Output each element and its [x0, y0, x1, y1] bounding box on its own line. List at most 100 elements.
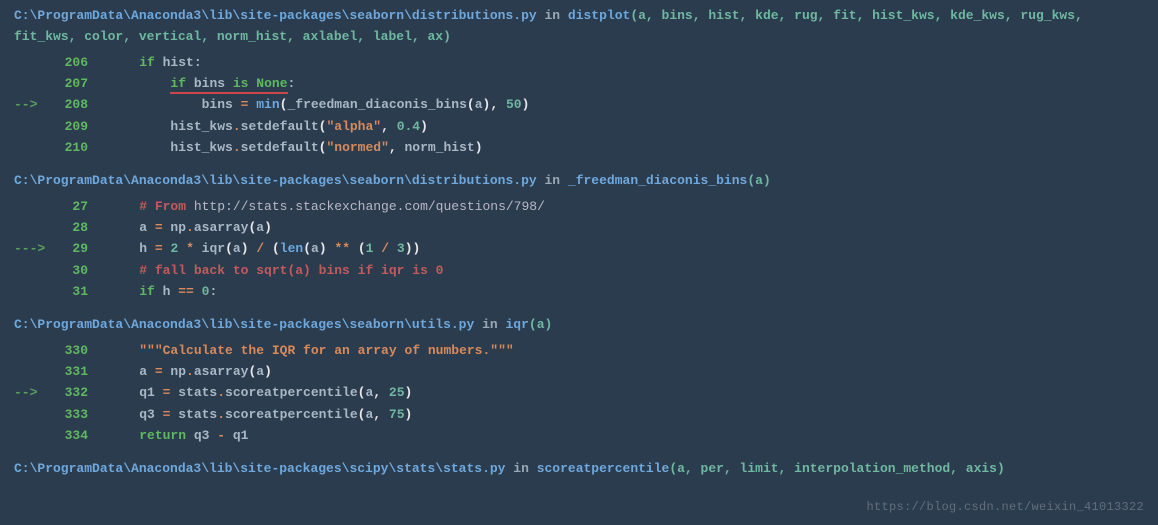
token: min [256, 97, 279, 112]
token: h [155, 284, 178, 299]
code-line: 334 return q3 - q1 [0, 425, 1158, 446]
token [264, 241, 272, 256]
code-line: 30 # fall back to sqrt(a) bins if iqr is… [0, 260, 1158, 281]
frame-header: C:\ProgramData\Anaconda3\lib\site-packag… [0, 6, 1158, 52]
token: , [490, 97, 498, 112]
in-word: in [537, 8, 568, 23]
token: http://stats.stackexchange.com/questions… [194, 199, 545, 214]
token: q3 [186, 428, 217, 443]
token [498, 97, 506, 112]
token: return [139, 428, 186, 443]
arrow-marker [14, 137, 56, 158]
code-line: 31 if h == 0: [0, 281, 1158, 302]
code-content: q1 = stats.scoreatpercentile(a, 25) [88, 382, 1144, 403]
frame-lines: 330 """Calculate the IQR for an array of… [0, 340, 1158, 459]
arrow-marker [14, 52, 56, 73]
token: . [233, 119, 241, 134]
code-content: hist_kws.setdefault("normed", norm_hist) [88, 137, 1144, 158]
code-content: if bins is None: [88, 73, 1144, 94]
token: a [108, 220, 155, 235]
token: # fall back to sqrt(a) bins if iqr is 0 [139, 263, 443, 278]
token: 3 [397, 241, 405, 256]
frame-path: C:\ProgramData\Anaconda3\lib\site-packag… [14, 8, 537, 23]
token: = [155, 364, 163, 379]
token: ** [334, 241, 350, 256]
frame-path: C:\ProgramData\Anaconda3\lib\site-packag… [14, 317, 474, 332]
line-number: 334 [56, 425, 88, 446]
arrow-marker [14, 361, 56, 382]
traceback-panel: C:\ProgramData\Anaconda3\lib\site-packag… [0, 6, 1158, 496]
code-line: 206 if hist: [0, 52, 1158, 73]
arrow-marker [14, 425, 56, 446]
line-number: 29 [56, 238, 88, 259]
arrow-marker [14, 73, 56, 94]
in-word: in [505, 461, 536, 476]
frame-header: C:\ProgramData\Anaconda3\lib\site-packag… [0, 171, 1158, 196]
arrow-marker: ---> [14, 238, 56, 259]
line-number: 209 [56, 116, 88, 137]
token: ) [522, 97, 530, 112]
token [108, 55, 139, 70]
frame-header: C:\ProgramData\Anaconda3\lib\site-packag… [0, 459, 1158, 484]
line-number: 30 [56, 260, 88, 281]
token: . [217, 407, 225, 422]
code-content: bins = min(_freedman_diaconis_bins(a), 5… [88, 94, 1144, 115]
code-content: # fall back to sqrt(a) bins if iqr is 0 [88, 260, 1144, 281]
token: q1 [108, 385, 163, 400]
frame-func: _freedman_diaconis_bins [568, 173, 747, 188]
token: len [280, 241, 303, 256]
token [108, 428, 139, 443]
code-line: -->332 q1 = stats.scoreatpercentile(a, 2… [0, 382, 1158, 403]
token: - [217, 428, 225, 443]
line-number: 332 [56, 382, 88, 403]
token: / [256, 241, 264, 256]
token [108, 343, 139, 358]
arrow-marker [14, 260, 56, 281]
token: norm_hist [397, 140, 475, 155]
token: asarray [194, 220, 249, 235]
token: a [311, 241, 319, 256]
token: ( [467, 97, 475, 112]
code-line: --->29 h = 2 * iqr(a) / (len(a) ** (1 / … [0, 238, 1158, 259]
token: iqr [194, 241, 225, 256]
frame-func: iqr [506, 317, 529, 332]
code-line: 209 hist_kws.setdefault("alpha", 0.4) [0, 116, 1158, 137]
token: ) [405, 407, 413, 422]
arrow-marker [14, 196, 56, 217]
arrow-marker [14, 116, 56, 137]
frame-lines: 206 if hist:207 if bins is None:-->208 b… [0, 52, 1158, 171]
token: * [186, 241, 194, 256]
code-content: if h == 0: [88, 281, 1144, 302]
token: is [233, 76, 249, 94]
token: 75 [389, 407, 405, 422]
arrow-marker: --> [14, 382, 56, 403]
token: = [155, 220, 163, 235]
line-number: 208 [56, 94, 88, 115]
token: q1 [225, 428, 248, 443]
token: ) [264, 220, 272, 235]
code-line: 207 if bins is None: [0, 73, 1158, 94]
token: # From [139, 199, 194, 214]
arrow-marker [14, 217, 56, 238]
line-number: 31 [56, 281, 88, 302]
token: bins [194, 76, 225, 94]
token: 25 [389, 385, 405, 400]
token: == [178, 284, 194, 299]
code-content: q3 = stats.scoreatpercentile(a, 75) [88, 404, 1144, 425]
in-word: in [537, 173, 568, 188]
token: None [256, 76, 287, 94]
token [389, 119, 397, 134]
code-line: 27 # From http://stats.stackexchange.com… [0, 196, 1158, 217]
token: hist_kws [108, 119, 233, 134]
in-word: in [474, 317, 505, 332]
code-content: h = 2 * iqr(a) / (len(a) ** (1 / 3)) [88, 238, 1144, 259]
frame-lines [0, 484, 1158, 496]
token: """Calculate the IQR for an array of num… [139, 343, 513, 358]
code-content: a = np.asarray(a) [88, 217, 1144, 238]
token: = [155, 241, 163, 256]
token: "alpha" [326, 119, 381, 134]
token: hist_kws [108, 140, 233, 155]
frame-params: (a) [747, 173, 770, 188]
frame-path: C:\ProgramData\Anaconda3\lib\site-packag… [14, 173, 537, 188]
token: asarray [194, 364, 249, 379]
